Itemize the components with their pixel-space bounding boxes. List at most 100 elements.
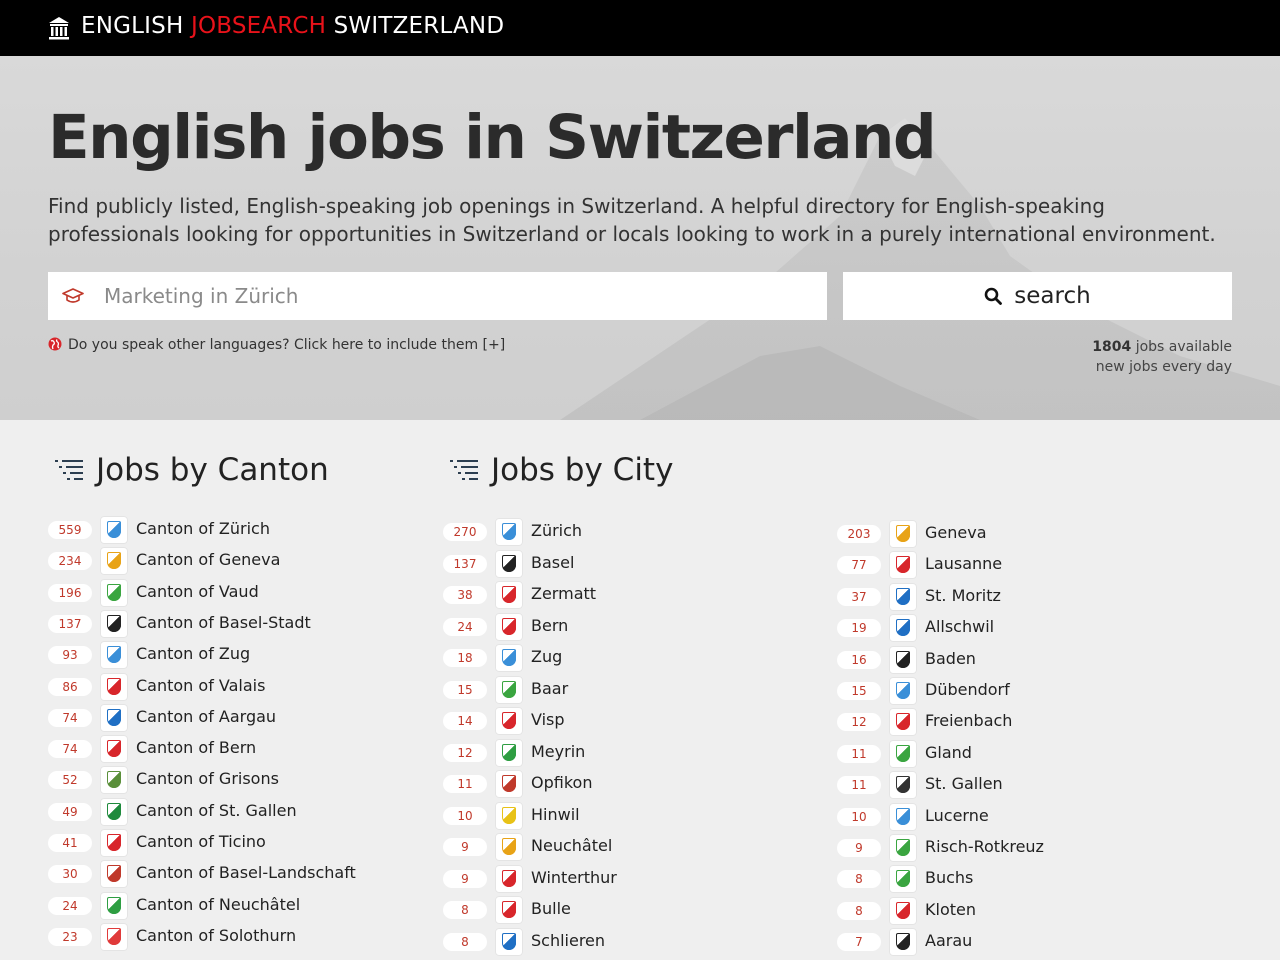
list-item[interactable]: 11 Gland [837,739,1167,768]
list-item[interactable]: 203 Geneva [837,519,1167,548]
job-count-badge: 19 [837,619,881,637]
shield-icon [107,615,121,632]
city-heading-text: Jobs by City [491,452,674,488]
shield-icon [502,901,516,918]
list-item[interactable]: 9 Neuchâtel [443,832,773,861]
list-item[interactable]: 93 Canton of Zug [48,640,378,669]
list-item[interactable]: 19 Allschwil [837,613,1167,642]
list-item-label: Baar [531,679,569,698]
list-item[interactable]: 8 Buchs [837,864,1167,893]
coat-of-arms-icon [889,551,917,579]
globe-icon [48,337,62,351]
job-count-badge: 41 [48,834,92,852]
jobs-count: 1804 [1092,339,1132,355]
list-item[interactable]: 9 Risch-Rotkreuz [837,833,1167,862]
coat-of-arms-icon [889,677,917,705]
coat-of-arms-icon [889,897,917,925]
shield-icon [107,897,121,914]
jobs-stats: 1804 jobs available new jobs every day [1092,337,1232,377]
list-item[interactable]: 49 Canton of St. Gallen [48,797,378,826]
list-item[interactable]: 137 Basel [443,549,773,578]
coat-of-arms-icon [100,673,128,701]
coat-of-arms-icon [100,735,128,763]
list-item[interactable]: 24 Bern [443,612,773,641]
list-icon [450,460,478,480]
coat-of-arms-icon [495,518,523,546]
list-item[interactable]: 10 Lucerne [837,802,1167,831]
shield-icon [502,586,516,603]
search-button[interactable]: search [843,272,1232,320]
job-count-badge: 12 [837,713,881,731]
list-item[interactable]: 77 Lausanne [837,550,1167,579]
job-count-badge: 24 [48,897,92,915]
canton-heading-text: Jobs by Canton [96,452,329,488]
other-languages-link[interactable]: Do you speak other languages? Click here… [48,337,505,353]
job-count-badge: 12 [443,744,487,762]
job-count-badge: 38 [443,586,487,604]
list-item[interactable]: 9 Winterthur [443,864,773,893]
list-item[interactable]: 30 Canton of Basel-Landschaft [48,859,378,888]
list-item[interactable]: 16 Baden [837,645,1167,674]
list-item[interactable]: 234 Canton of Geneva [48,546,378,575]
brand-logo[interactable]: ENGLISH JOBSEARCH SWITZERLAND [81,13,504,39]
list-item[interactable]: 15 Baar [443,675,773,704]
list-item[interactable]: 74 Canton of Aargau [48,703,378,732]
list-item[interactable]: 559 Canton of Zürich [48,515,378,544]
list-item[interactable]: 11 St. Gallen [837,770,1167,799]
list-item[interactable]: 74 Canton of Bern [48,734,378,763]
shield-icon [107,803,121,820]
job-count-badge: 37 [837,588,881,606]
list-item-label: Geneva [925,523,987,542]
list-item[interactable]: 52 Canton of Grisons [48,765,378,794]
list-item[interactable]: 137 Canton of Basel-Stadt [48,609,378,638]
list-item[interactable]: 8 Schlieren [443,927,773,956]
page-title: English jobs in Switzerland [48,102,937,173]
list-item[interactable]: 11 Opfikon [443,769,773,798]
list-item-label: Aarau [925,931,973,950]
list-item[interactable]: 86 Canton of Valais [48,672,378,701]
list-item[interactable]: 14 Visp [443,706,773,735]
shield-icon [896,619,910,636]
list-item[interactable]: 8 Kloten [837,896,1167,925]
list-item[interactable]: 12 Freienbach [837,707,1167,736]
list-item-label: Bulle [531,899,571,918]
job-count-badge: 9 [443,870,487,888]
list-item[interactable]: 41 Canton of Ticino [48,828,378,857]
building-icon[interactable] [48,16,70,40]
job-count-badge: 10 [443,807,487,825]
list-item-label: Schlieren [531,931,606,950]
coat-of-arms-icon [889,583,917,611]
shield-icon [107,678,121,695]
list-item[interactable]: 270 Zürich [443,517,773,546]
list-item[interactable]: 10 Hinwil [443,801,773,830]
search-input[interactable] [104,272,804,320]
coat-of-arms-icon [100,704,128,732]
list-item-label: Canton of Zug [136,644,251,663]
coat-of-arms-icon [495,770,523,798]
list-item[interactable]: 18 Zug [443,643,773,672]
shield-icon [896,682,910,699]
list-item-label: Canton of Aargau [136,707,277,726]
list-item[interactable]: 15 Dübendorf [837,676,1167,705]
coat-of-arms-icon [495,676,523,704]
shield-icon [107,740,121,757]
shield-icon [502,807,516,824]
list-item-label: Neuchâtel [531,836,613,855]
job-count-badge: 559 [48,521,92,539]
list-item[interactable]: 196 Canton of Vaud [48,578,378,607]
list-item-label: Zürich [531,521,583,540]
list-item-label: Canton of Bern [136,738,257,757]
list-item[interactable]: 23 Canton of Solothurn [48,922,378,951]
list-item[interactable]: 37 St. Moritz [837,582,1167,611]
job-count-badge: 8 [443,901,487,919]
coat-of-arms-icon [495,739,523,767]
list-item[interactable]: 8 Bulle [443,895,773,924]
list-item[interactable]: 7 Aarau [837,927,1167,956]
shield-icon [896,933,910,950]
job-count-badge: 11 [837,745,881,763]
coat-of-arms-icon [889,803,917,831]
list-item[interactable]: 24 Canton of Neuchâtel [48,891,378,920]
list-item-label: Canton of Geneva [136,550,281,569]
list-item[interactable]: 38 Zermatt [443,580,773,609]
list-item[interactable]: 12 Meyrin [443,738,773,767]
